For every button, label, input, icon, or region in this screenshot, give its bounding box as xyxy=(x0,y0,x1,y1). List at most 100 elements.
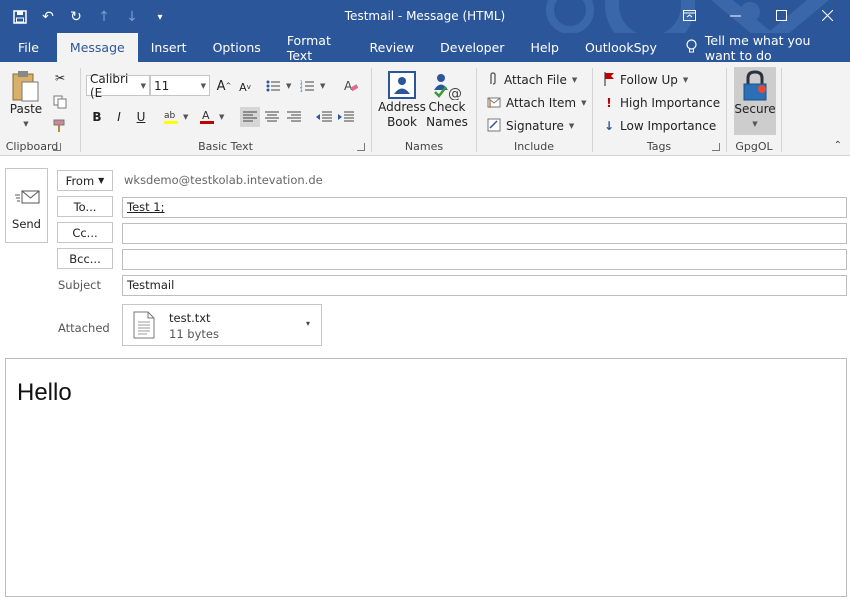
to-recipient[interactable]: Test 1; xyxy=(127,200,165,214)
svg-text:ab: ab xyxy=(164,111,176,121)
from-button[interactable]: From ▼ xyxy=(57,170,113,191)
chevron-down-icon: ▼ xyxy=(140,81,146,90)
shrink-font-icon[interactable]: Av xyxy=(235,77,255,97)
copy-icon[interactable] xyxy=(50,92,70,112)
attachment-name: test.txt xyxy=(169,311,211,325)
attach-file-button[interactable]: Attach File ▼ xyxy=(487,70,577,90)
tab-help[interactable]: Help xyxy=(517,33,572,62)
italic-button[interactable]: I xyxy=(109,107,129,127)
names-group: Address Book @ Check Names Names xyxy=(374,65,474,153)
cc-field[interactable] xyxy=(122,223,847,244)
tell-me-box[interactable]: Tell me what you want to do xyxy=(670,32,850,63)
tab-developer[interactable]: Developer xyxy=(427,33,517,62)
check-names-button[interactable]: @ Check Names xyxy=(424,70,470,130)
cc-button[interactable]: Cc... xyxy=(57,222,113,243)
increase-indent-icon[interactable] xyxy=(336,107,356,127)
clear-formatting-icon[interactable]: A xyxy=(341,76,361,96)
attach-item-button[interactable]: Attach Item ▼ xyxy=(487,93,587,113)
tags-launcher-icon[interactable] xyxy=(712,143,720,151)
svg-text:@: @ xyxy=(448,86,462,100)
gpgol-group: Secure ▼ GpgOL xyxy=(729,65,779,153)
chevron-down-icon: ▼ xyxy=(23,120,29,128)
lightbulb-icon xyxy=(686,38,697,57)
ribbon-display-options-icon[interactable] xyxy=(666,0,712,30)
decrease-indent-icon[interactable] xyxy=(314,107,334,127)
message-body[interactable]: Hello xyxy=(5,358,847,597)
attachment-size: 11 bytes xyxy=(169,327,219,341)
follow-up-button[interactable]: Follow Up ▼ xyxy=(603,70,688,90)
to-button[interactable]: To... xyxy=(57,196,113,217)
tab-review[interactable]: Review xyxy=(357,33,428,62)
align-left-icon[interactable] xyxy=(240,107,260,127)
include-group: Attach File ▼ Attach Item ▼ Signature ▼ … xyxy=(479,65,589,153)
font-name-select[interactable]: Calibri (E ▼ xyxy=(86,72,150,100)
bcc-button[interactable]: Bcc... xyxy=(57,248,113,269)
signature-button[interactable]: Signature ▼ xyxy=(487,116,574,136)
chevron-down-icon[interactable]: ▼ xyxy=(183,113,188,121)
lock-icon xyxy=(743,70,767,101)
tab-message[interactable]: Message xyxy=(56,33,138,62)
separator xyxy=(371,68,372,152)
address-book-button[interactable]: Address Book xyxy=(378,70,426,130)
svg-text:3: 3 xyxy=(300,88,303,92)
to-field[interactable]: Test 1; xyxy=(122,197,847,218)
chevron-down-icon[interactable]: ▼ xyxy=(286,82,291,90)
close-icon[interactable] xyxy=(804,0,850,30)
low-importance-button[interactable]: ↓ Low Importance xyxy=(603,116,716,136)
bold-button[interactable]: B xyxy=(87,107,107,127)
tab-insert[interactable]: Insert xyxy=(138,33,200,62)
title-bar: ↶ ↻ ↑ ↓ ▾ Testmail - Message (HTML) xyxy=(0,0,850,33)
address-book-label-1: Address xyxy=(378,100,426,114)
chevron-down-icon: ▼ xyxy=(568,122,575,130)
grow-font-icon[interactable]: A ^ xyxy=(214,76,234,96)
signature-label: Signature xyxy=(506,119,564,133)
highlight-icon[interactable]: ab xyxy=(161,107,181,127)
maximize-icon[interactable] xyxy=(758,0,804,30)
high-importance-label: High Importance xyxy=(620,96,721,110)
signature-icon xyxy=(487,118,501,135)
bullets-icon[interactable] xyxy=(263,76,283,96)
collapse-ribbon-icon[interactable]: ⌃ xyxy=(834,140,842,151)
font-color-icon[interactable]: A xyxy=(197,107,217,127)
ribbon-tabs: File Message Insert Options Format Text … xyxy=(0,32,850,63)
font-size-value: 11 xyxy=(154,78,170,93)
check-names-label-1: Check xyxy=(428,100,466,114)
bcc-field[interactable] xyxy=(122,249,847,270)
high-importance-button[interactable]: ! High Importance xyxy=(603,93,720,113)
underline-button[interactable]: U xyxy=(131,107,151,127)
attach-item-label: Attach Item xyxy=(506,96,577,110)
basic-text-launcher-icon[interactable] xyxy=(357,143,365,151)
chevron-down-icon[interactable]: ▼ xyxy=(320,82,325,90)
gpgol-label: GpgOL xyxy=(735,140,773,153)
chevron-down-icon[interactable]: ▼ xyxy=(219,113,224,121)
attachment-menu-icon[interactable]: ▾ xyxy=(306,319,310,328)
tab-outlookspy[interactable]: OutlookSpy xyxy=(572,33,670,62)
send-label: Send xyxy=(12,217,41,231)
numbering-icon[interactable]: 123 xyxy=(297,76,317,96)
format-painter-icon[interactable] xyxy=(50,116,70,136)
tell-me-label: Tell me what you want to do xyxy=(704,32,811,63)
minimize-icon[interactable] xyxy=(712,0,758,30)
flag-icon xyxy=(603,71,615,89)
tags-label: Tags xyxy=(646,140,672,153)
send-button[interactable]: Send xyxy=(5,168,48,243)
paste-button[interactable]: Paste ▼ xyxy=(8,70,44,132)
names-label: Names xyxy=(404,140,444,153)
font-size-select[interactable]: 11 ▼ xyxy=(150,75,210,96)
tab-format-text[interactable]: Format Text xyxy=(274,33,357,63)
chevron-down-icon: ▼ xyxy=(98,176,105,185)
attachment-card[interactable]: test.txt 11 bytes ▾ xyxy=(122,304,322,346)
separator xyxy=(726,68,727,152)
align-right-icon[interactable] xyxy=(284,107,304,127)
include-label: Include xyxy=(513,140,555,153)
paste-label: Paste xyxy=(9,102,43,116)
clipboard-launcher-icon[interactable] xyxy=(53,143,61,151)
subject-field[interactable]: Testmail xyxy=(122,275,847,296)
separator xyxy=(592,68,593,152)
secure-button[interactable]: Secure ▼ xyxy=(734,67,776,135)
tab-file[interactable]: File xyxy=(0,33,57,62)
tab-options[interactable]: Options xyxy=(200,33,274,62)
cut-icon[interactable]: ✂ xyxy=(50,68,70,88)
body-text: Hello xyxy=(17,379,72,406)
align-center-icon[interactable] xyxy=(262,107,282,127)
